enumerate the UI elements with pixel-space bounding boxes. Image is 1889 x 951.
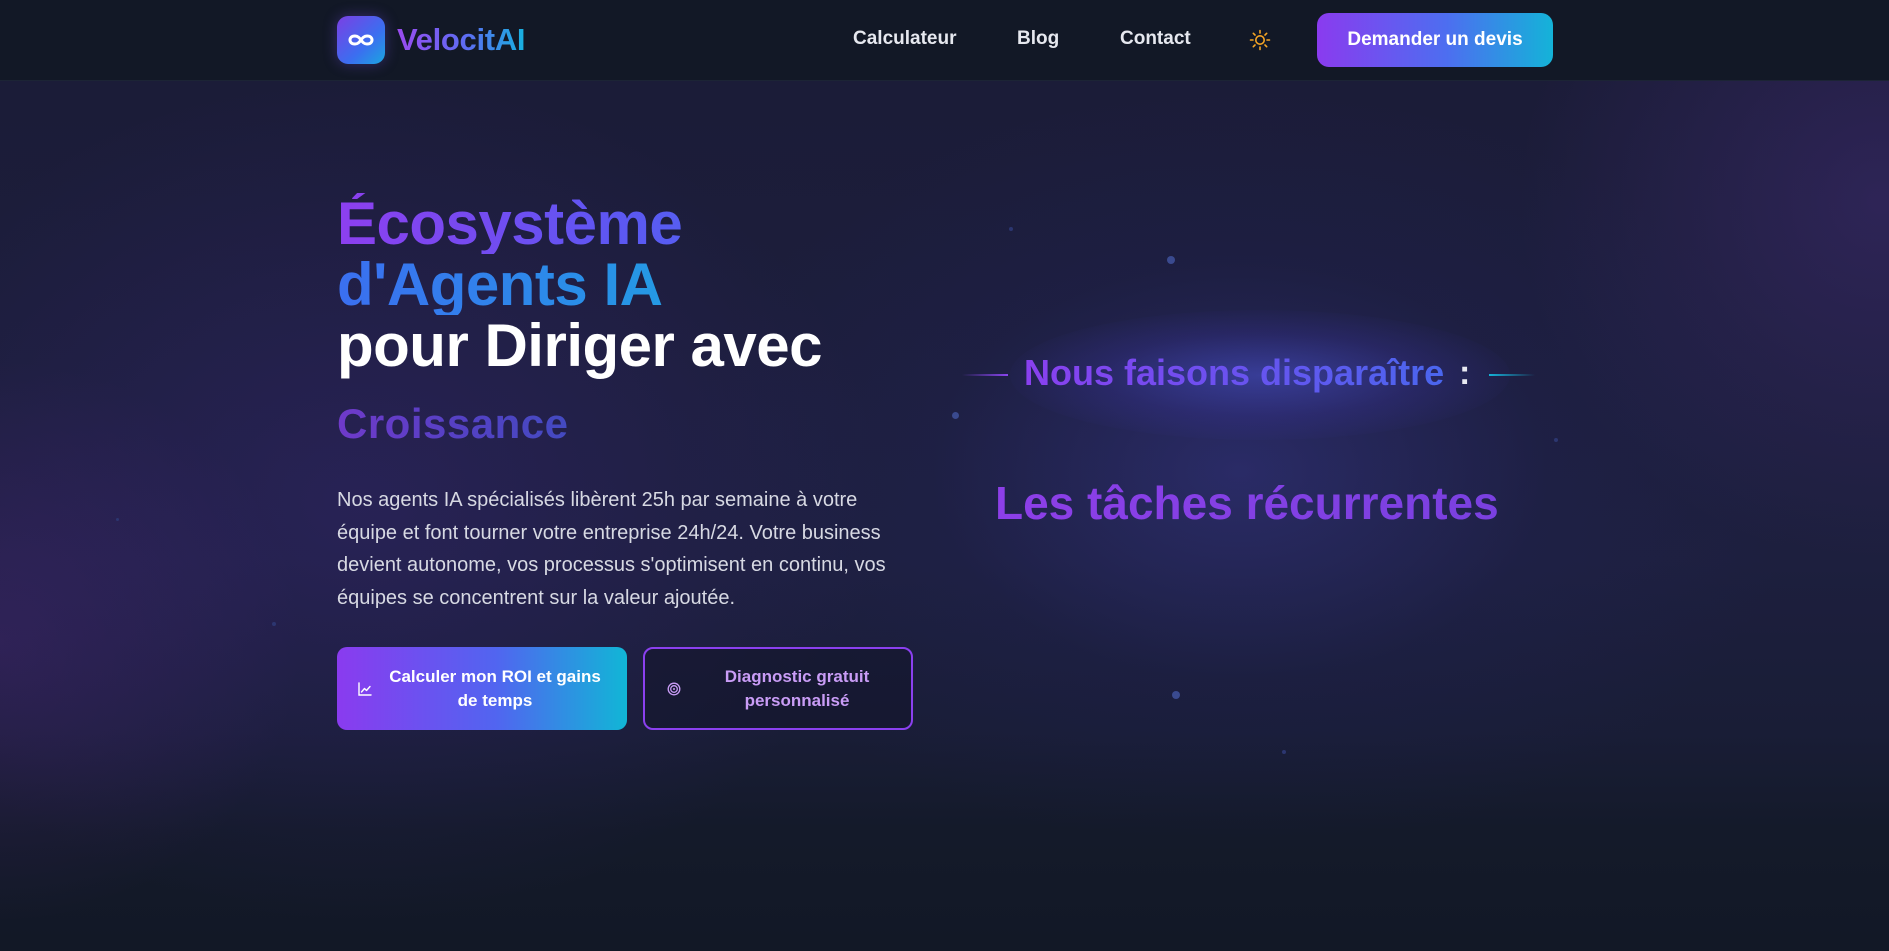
decor-line-left <box>962 374 1008 376</box>
decor-dot <box>272 622 276 626</box>
nav-link-contact[interactable]: Contact <box>1120 28 1191 50</box>
showcase-heading: Nous faisons disparaître <box>1024 352 1445 393</box>
infinity-icon <box>337 16 385 64</box>
decor-dot <box>1282 750 1286 754</box>
hero-title-line-3: pour Diriger avec <box>337 312 823 379</box>
decor-dot <box>116 518 119 521</box>
free-diagnostic-label: Diagnostic gratuit personnalisé <box>724 666 870 710</box>
decor-line-right <box>1489 374 1535 376</box>
target-icon <box>667 682 681 696</box>
nav-link-blog[interactable]: Blog <box>1017 28 1059 50</box>
hero-title: Écosystème d'Agents IA pour Diriger avec <box>337 193 823 379</box>
request-quote-button[interactable]: Demander un devis <box>1317 13 1553 67</box>
hero-background <box>0 81 1889 951</box>
showcase-colon: : <box>1459 354 1471 392</box>
hero-title-line-1: Écosystème <box>337 193 822 254</box>
decor-dot <box>952 412 959 419</box>
hero-title-line-2: d'Agents IA <box>337 254 822 315</box>
calculate-roi-button[interactable]: Calculer mon ROI et gains de temps <box>337 647 627 730</box>
decor-dot <box>1172 691 1180 699</box>
site-header: VelocitAI Calculateur Blog Contact Deman… <box>0 0 1889 81</box>
page: VelocitAI Calculateur Blog Contact Deman… <box>0 0 1889 951</box>
brand-logo[interactable]: VelocitAI <box>337 16 526 64</box>
decor-dot <box>1167 256 1175 264</box>
showcase-heading-row: Nous faisons disparaître <box>960 310 1540 440</box>
nav-link-calculateur[interactable]: Calculateur <box>853 28 956 50</box>
free-diagnostic-button[interactable]: Diagnostic gratuit personnalisé <box>643 647 913 730</box>
decor-dot <box>1009 227 1013 231</box>
chart-line-icon <box>357 681 373 697</box>
calculate-roi-label: Calculer mon ROI et gains de temps <box>389 666 601 710</box>
sun-icon[interactable] <box>1248 28 1272 52</box>
rotating-task: Les tâches récurrentes <box>995 477 1499 529</box>
rotating-word: Croissance <box>337 400 569 447</box>
hero-description: Nos agents IA spécialisés libèrent 25h p… <box>337 489 886 609</box>
decor-dot <box>1554 438 1558 442</box>
brand-name: VelocitAI <box>397 22 526 57</box>
